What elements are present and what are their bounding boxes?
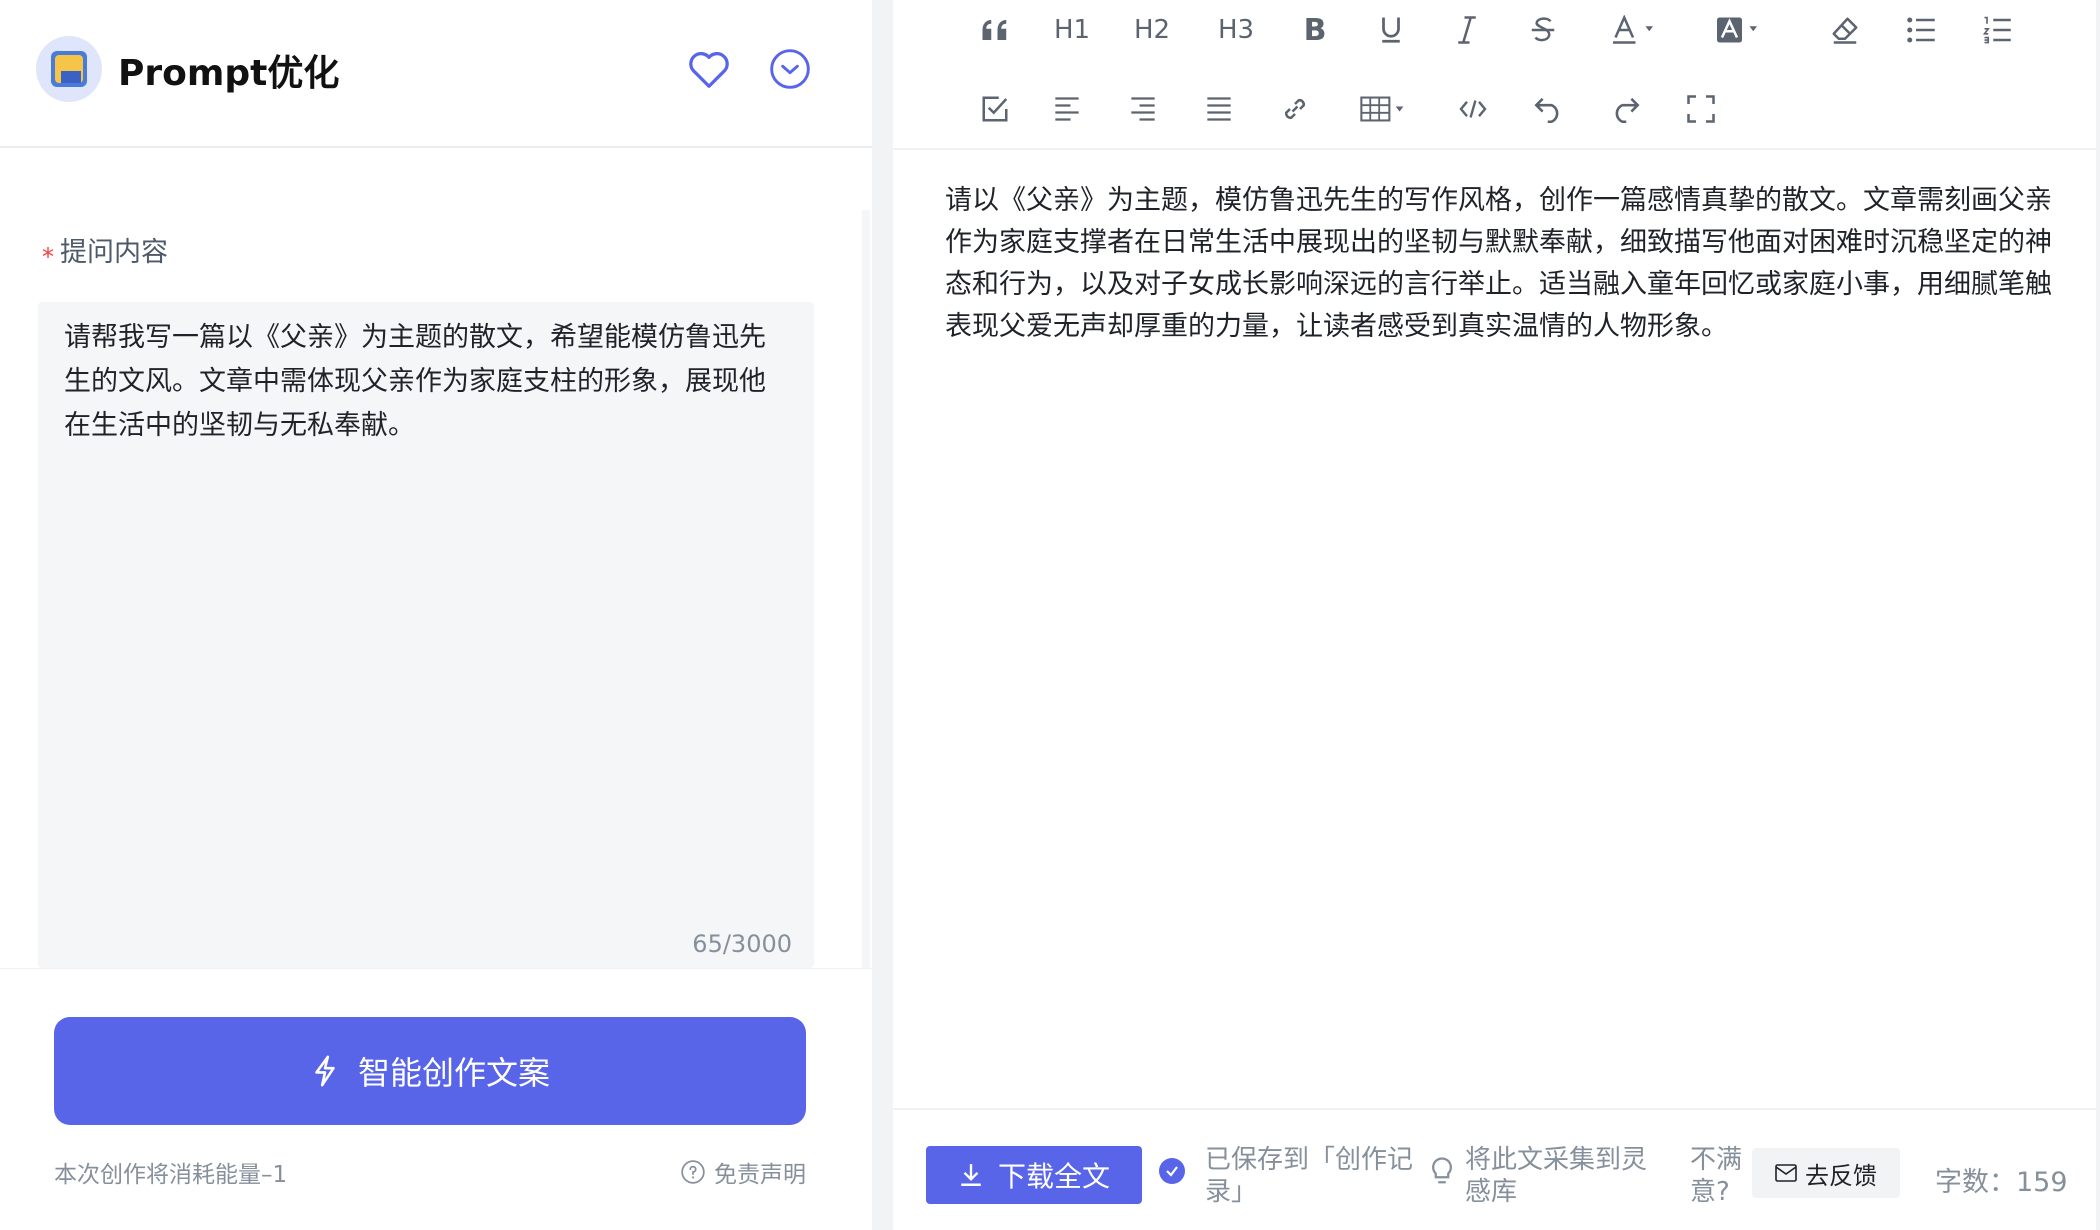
- generate-button-label: 智能创作文案: [357, 1054, 550, 1092]
- saved-status: 已保存到「创作记录」: [1159, 1144, 1415, 1208]
- check-circle-icon: [1159, 1158, 1185, 1184]
- align-left-icon[interactable]: [1047, 89, 1087, 129]
- prompt-label-text: 提问内容: [60, 237, 168, 268]
- prompt-field-label: * 提问内容: [42, 230, 168, 271]
- strikethrough-icon[interactable]: [1523, 10, 1563, 50]
- unsatisfied-text: 不满意?: [1690, 1145, 1743, 1207]
- collect-to-library[interactable]: 将此文采集到灵感库: [1429, 1144, 1665, 1208]
- editor-toolbar: H1 H2 H3 B: [893, 0, 2096, 150]
- italic-icon[interactable]: [1447, 10, 1487, 50]
- quote-icon[interactable]: [975, 10, 1015, 50]
- heading-3-button[interactable]: H3: [1211, 10, 1261, 50]
- table-icon[interactable]: [1353, 89, 1413, 129]
- help-circle-icon: [681, 1160, 705, 1184]
- prompt-input-text: 请帮我写一篇以《父亲》为主题的散文，希望能模仿鲁迅先生的文风。文章中需体现父亲作…: [64, 322, 766, 441]
- align-right-icon[interactable]: [1123, 89, 1163, 129]
- chevron-down-circle-icon[interactable]: [765, 44, 815, 94]
- scrollbar[interactable]: [862, 210, 870, 970]
- heading-2-button[interactable]: H2: [1127, 10, 1177, 50]
- word-count: 字数：159: [1935, 1160, 2068, 1199]
- lightbulb-icon: [1432, 1157, 1452, 1184]
- align-justify-icon[interactable]: [1199, 89, 1239, 129]
- background-color-icon[interactable]: [1707, 10, 1767, 50]
- link-icon[interactable]: [1275, 89, 1315, 129]
- editor-panel: H1 H2 H3 B 请以《父亲》为主题，模仿鲁迅先生的写作风格，创作一篇感情真…: [893, 0, 2096, 1230]
- task-list-icon[interactable]: [975, 89, 1015, 129]
- disclaimer-label: 免责声明: [714, 1162, 806, 1188]
- energy-cost-text: 本次创作将消耗能量–1: [54, 1162, 288, 1188]
- feedback-button[interactable]: 去反馈: [1752, 1148, 1900, 1198]
- saved-text[interactable]: 已保存到「创作记录」: [1205, 1144, 1415, 1208]
- disclaimer-link[interactable]: 免责声明: [680, 1155, 806, 1189]
- font-color-icon[interactable]: [1603, 10, 1663, 50]
- bullet-list-icon[interactable]: [1901, 10, 1941, 50]
- left-header: Prompt优化: [0, 0, 872, 148]
- mail-icon: [1775, 1164, 1797, 1182]
- word-count-label: 字数：: [1935, 1167, 2016, 1198]
- numbered-list-icon[interactable]: [1977, 10, 2017, 50]
- generate-button[interactable]: 智能创作文案: [54, 1017, 806, 1125]
- editor-content[interactable]: 请以《父亲》为主题，模仿鲁迅先生的写作风格，创作一篇感情真挚的散文。文章需刻画父…: [945, 180, 2055, 348]
- lightning-icon: [315, 1055, 335, 1087]
- download-icon: [961, 1164, 981, 1186]
- editor-status-bar: 下载全文 已保存到「创作记录」 将此文采集到灵感库 不满意? 去反馈 字数：15…: [893, 1108, 2096, 1230]
- heading-1-button[interactable]: H1: [1047, 10, 1097, 50]
- feedback-label: 去反馈: [1805, 1161, 1877, 1190]
- left-panel: Prompt优化 * 提问内容 请帮我写一篇以《父亲》为主题的散文，希望能模仿鲁迅…: [0, 0, 872, 1230]
- fullscreen-icon[interactable]: [1681, 89, 1721, 129]
- word-count-value: 159: [2016, 1167, 2068, 1198]
- download-button[interactable]: 下载全文: [926, 1146, 1142, 1204]
- favorite-heart-icon[interactable]: [684, 44, 734, 94]
- clear-format-icon[interactable]: [1825, 10, 1865, 50]
- app-logo: [36, 36, 102, 102]
- download-label: 下载全文: [997, 1160, 1110, 1193]
- char-counter: 65/3000: [692, 930, 792, 958]
- left-footer: 智能创作文案 本次创作将消耗能量–1 免责声明: [0, 968, 872, 1230]
- underline-icon[interactable]: [1371, 10, 1411, 50]
- collect-text: 将此文采集到灵感库: [1465, 1145, 1648, 1207]
- required-mark: *: [42, 243, 54, 271]
- undo-icon[interactable]: [1529, 89, 1569, 129]
- redo-icon[interactable]: [1605, 89, 1645, 129]
- app-title: Prompt优化: [118, 53, 340, 94]
- prompt-input[interactable]: 请帮我写一篇以《父亲》为主题的散文，希望能模仿鲁迅先生的文风。文章中需体现父亲作…: [38, 302, 814, 968]
- code-icon[interactable]: [1453, 89, 1493, 129]
- bold-icon[interactable]: B: [1295, 10, 1335, 50]
